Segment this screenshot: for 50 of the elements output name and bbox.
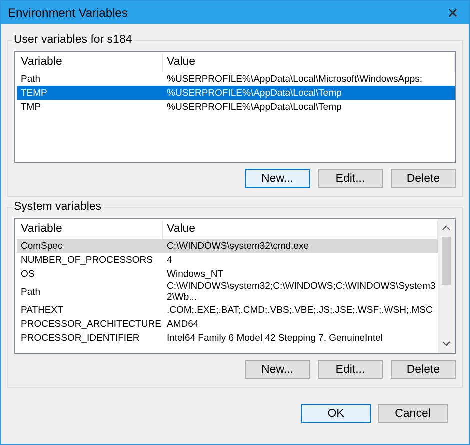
group-label: System variables bbox=[13, 201, 103, 213]
list-row[interactable]: TEMP %USERPROFILE%\AppData\Local\Temp bbox=[17, 86, 455, 100]
column-header[interactable]: Variable bbox=[17, 54, 163, 72]
list-row[interactable]: Path C:\WINDOWS\system32;C:\WINDOWS;C:\WINDOWS\System32\Wb... bbox=[17, 281, 438, 303]
variable-list[interactable] bbox=[14, 218, 456, 354]
scroll-down-icon[interactable] bbox=[442, 341, 451, 347]
list-row[interactable]: NUMBER_OF_PROCESSORS 4 bbox=[17, 253, 438, 267]
variable-cell-text: TEMP bbox=[20, 88, 48, 98]
list-row[interactable]: ComSpec C:\WINDOWS\system32\cmd.exe bbox=[17, 239, 438, 253]
variable-cell-text: Path bbox=[20, 286, 42, 298]
list-row[interactable]: PROCESSOR_IDENTIFIER Intel64 Family 6 Model 42 Stepping 7, GenuineIntel bbox=[17, 331, 438, 345]
variable-cell-text: PATHEXT bbox=[20, 304, 64, 316]
value-cell-text: %USERPROFILE%\AppData\Local\Temp bbox=[166, 88, 343, 98]
group-label: User variables for s184 bbox=[13, 34, 134, 46]
value-cell-text: Windows_NT bbox=[166, 268, 224, 280]
value-cell-text: Intel64 Family 6 Model 42 Stepping 7, GenuineIntel bbox=[166, 332, 384, 344]
value-cell-text: 4 bbox=[166, 254, 174, 266]
value-cell-text: C:\WINDOWS\system32\cmd.exe bbox=[166, 240, 310, 252]
column-header[interactable]: Value bbox=[163, 54, 455, 72]
list-row[interactable]: OS Windows_NT bbox=[17, 267, 438, 281]
variable-cell-text: OS bbox=[20, 268, 36, 280]
action-button[interactable]: Delete bbox=[391, 360, 456, 379]
scroll-thumb[interactable] bbox=[442, 237, 451, 285]
scrollbar[interactable] bbox=[438, 219, 455, 353]
dialog-button[interactable]: Cancel bbox=[378, 404, 448, 423]
action-button[interactable]: New... bbox=[245, 169, 310, 188]
value-cell-text: AMD64 bbox=[166, 318, 200, 330]
action-button[interactable]: Edit... bbox=[318, 360, 383, 379]
action-button[interactable]: Delete bbox=[391, 169, 456, 188]
variable-cell-text: TMP bbox=[20, 102, 42, 112]
variable-cell-text: NUMBER_OF_PROCESSORS bbox=[20, 254, 154, 266]
variable-cell-text: ComSpec bbox=[20, 240, 64, 252]
list-row[interactable]: TMP %USERPROFILE%\AppData\Local\Temp bbox=[17, 100, 455, 114]
action-button[interactable]: Edit... bbox=[318, 169, 383, 188]
dialog-button[interactable]: OK bbox=[301, 404, 371, 423]
close-button[interactable]: ✕ bbox=[443, 4, 463, 20]
variable-list[interactable]: Variable Value Path %USERPROFILE%\AppData\Local\Microsoft\WindowsApps; TEMP %USERPROFILE%\AppData\Local\Temp TMP %USERPROFILE%\AppData\Local\Temp bbox=[14, 51, 456, 163]
variable-cell-text: PROCESSOR_IDENTIFIER bbox=[20, 332, 141, 344]
scroll-up-icon[interactable] bbox=[442, 225, 451, 231]
list-row[interactable]: PATHEXT .COM;.EXE;.BAT;.CMD;.VBS;.VBE;.JS;.JSE;.WSF;.WSH;.MSC bbox=[17, 303, 438, 317]
value-cell-text: C:\WINDOWS\system32;C:\WINDOWS;C:\WINDOWS\System32\Wb... bbox=[166, 281, 437, 303]
variable-cell-text: Path bbox=[20, 74, 42, 84]
window-title: Environment Variables bbox=[8, 6, 128, 20]
action-button[interactable]: New... bbox=[245, 360, 310, 379]
value-cell-text: %USERPROFILE%\AppData\Local\Microsoft\WindowsApps; bbox=[166, 74, 424, 84]
value-cell-text: .COM;.EXE;.BAT;.CMD;.VBS;.VBE;.JS;.JSE;.WSF;.WSH;.MSC bbox=[166, 304, 434, 316]
variable-cell-text: PROCESSOR_ARCHITECTURE bbox=[20, 318, 162, 330]
list-row[interactable]: PROCESSOR_ARCHITECTURE AMD64 bbox=[17, 317, 438, 331]
value-cell-text: %USERPROFILE%\AppData\Local\Temp bbox=[166, 102, 343, 112]
list-row[interactable]: Path %USERPROFILE%\AppData\Local\Microsoft\WindowsApps; bbox=[17, 72, 455, 86]
